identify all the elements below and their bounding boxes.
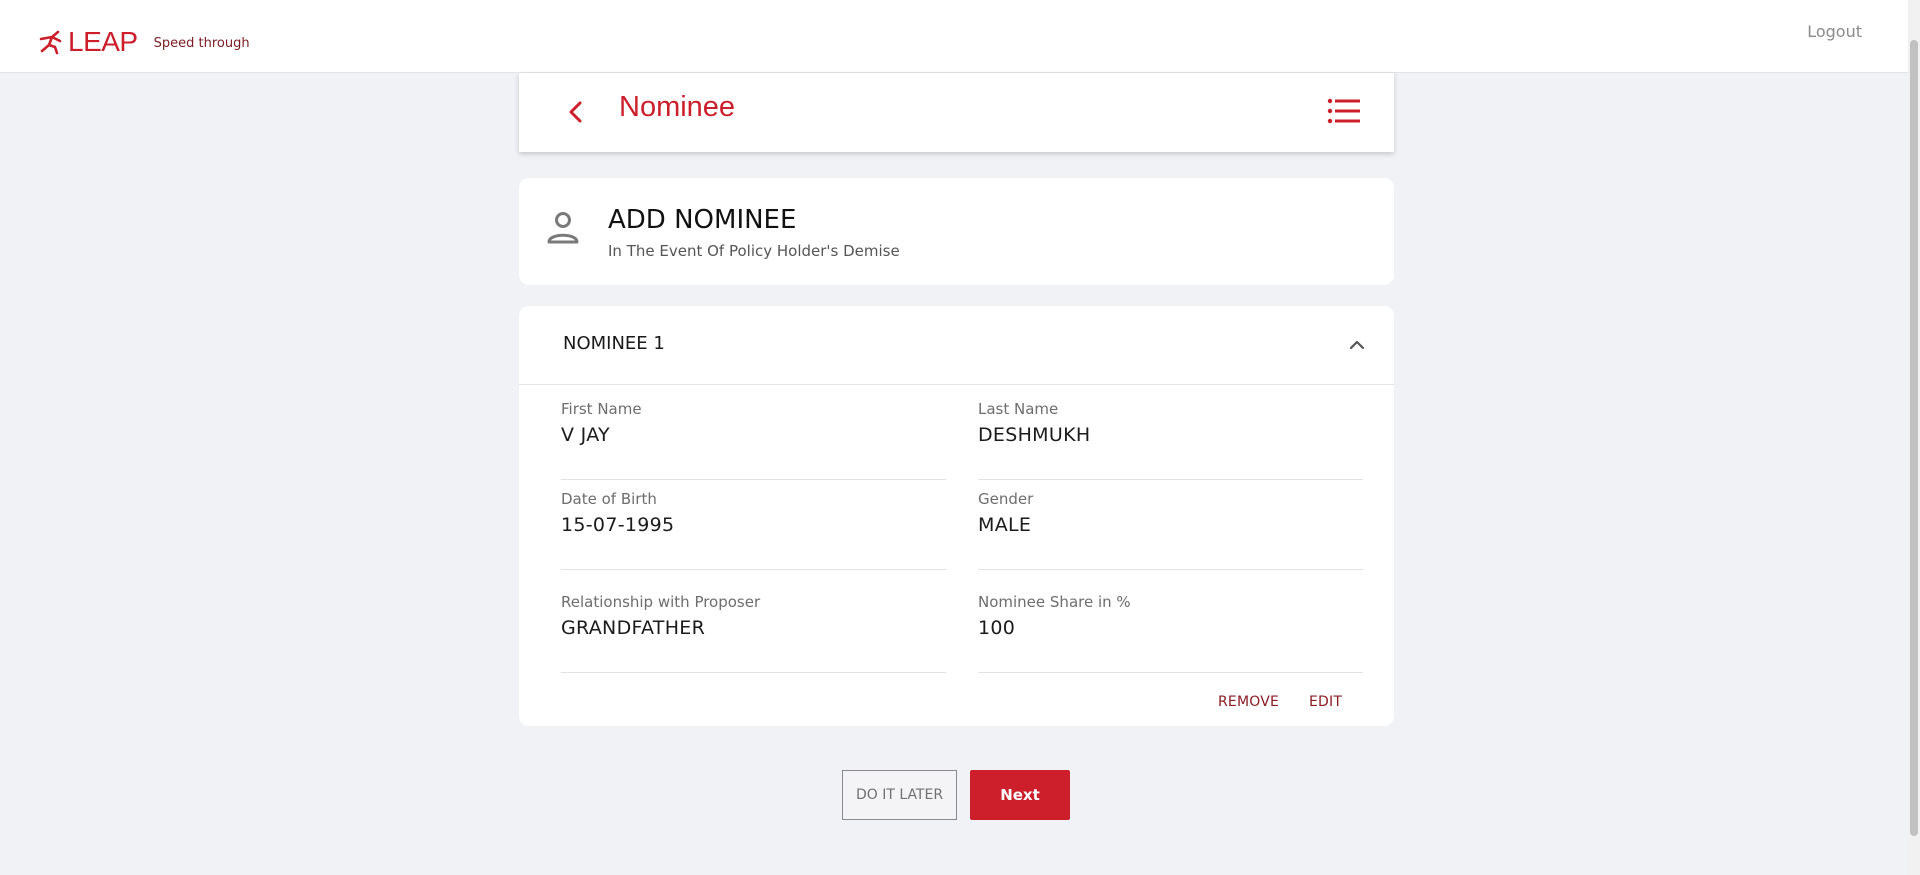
last-name-field: Last Name DESHMUKH	[978, 400, 1363, 480]
nominee-card: NOMINEE 1 First Name V JAY Last Name DES…	[519, 306, 1394, 726]
add-nominee-title: ADD NOMINEE	[608, 205, 797, 235]
list-icon[interactable]	[1326, 93, 1362, 129]
last-name-label: Last Name	[978, 400, 1059, 418]
dob-field: Date of Birth 15-07-1995	[561, 490, 946, 570]
chevron-up-icon[interactable]	[1346, 334, 1368, 356]
dob-value: 15-07-1995	[561, 514, 675, 536]
top-bar: LEAP Speed through Logout	[0, 0, 1920, 73]
next-button[interactable]: Next	[970, 770, 1070, 820]
share-field: Nominee Share in % 100	[978, 593, 1363, 673]
scrollbar-thumb[interactable]	[1910, 40, 1918, 836]
page-title: Nominee	[619, 91, 736, 123]
last-name-value: DESHMUKH	[978, 424, 1091, 446]
gender-label: Gender	[978, 490, 1034, 508]
edit-button[interactable]: EDIT	[1309, 694, 1342, 710]
nominee-accordion-header[interactable]: NOMINEE 1	[519, 306, 1394, 385]
add-nominee-card: ADD NOMINEE In The Event Of Policy Holde…	[519, 178, 1394, 285]
page-header: Nominee	[519, 73, 1394, 152]
chevron-left-icon[interactable]	[561, 97, 591, 127]
gender-value: MALE	[978, 514, 1032, 536]
add-nominee-subtitle: In The Event Of Policy Holder's Demise	[608, 242, 900, 260]
runner-icon	[39, 30, 62, 55]
relationship-label: Relationship with Proposer	[561, 593, 761, 611]
first-name-field: First Name V JAY	[561, 400, 946, 480]
page-scrollbar[interactable]	[1908, 0, 1920, 875]
brand-name: LEAP	[68, 26, 138, 57]
person-icon	[547, 212, 579, 244]
gender-field: Gender MALE	[978, 490, 1363, 570]
first-name-value: V JAY	[561, 424, 610, 446]
nominee-title: NOMINEE 1	[563, 333, 665, 354]
logout-link[interactable]: Logout	[1807, 22, 1862, 41]
share-label: Nominee Share in %	[978, 593, 1131, 611]
do-it-later-button[interactable]: DO IT LATER	[842, 770, 957, 820]
brand-tagline: Speed through	[153, 35, 250, 51]
remove-button[interactable]: REMOVE	[1218, 694, 1279, 710]
relationship-value: GRANDFATHER	[561, 617, 706, 639]
dob-label: Date of Birth	[561, 490, 657, 508]
relationship-field: Relationship with Proposer GRANDFATHER	[561, 593, 946, 673]
brand-logo[interactable]: LEAP Speed through	[38, 26, 250, 58]
share-value: 100	[978, 617, 1016, 639]
first-name-label: First Name	[561, 400, 642, 418]
